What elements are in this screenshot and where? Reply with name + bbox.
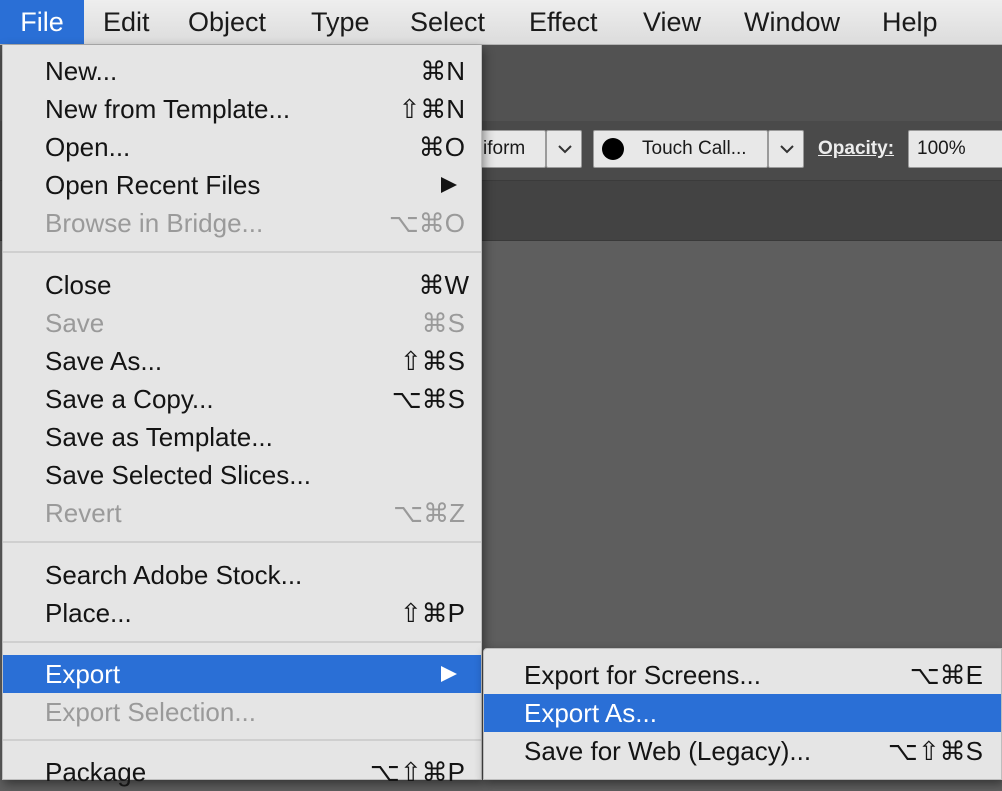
menu-item-export[interactable]: Export — [3, 655, 481, 693]
variable-width-profile-value: iform — [483, 138, 526, 159]
menu-item-shortcut: ⌘S — [421, 308, 465, 338]
file-menu: New... ⌘N New from Template... ⇧⌘N Open.… — [2, 45, 482, 787]
menu-item-shortcut: ⌘W — [418, 270, 469, 300]
menu-item-package[interactable]: Package ⌥⇧⌘P — [3, 753, 481, 791]
menu-item-label: Save Selected Slices... — [45, 460, 311, 490]
menu-item-label: Place... — [45, 598, 132, 628]
menu-item-shortcut: ⌘O — [418, 132, 465, 162]
menu-item-save-a-copy[interactable]: Save a Copy... ⌥⌘S — [3, 380, 481, 418]
opacity-input[interactable]: 100% — [908, 130, 1002, 168]
menu-item-revert: Revert ⌥⌘Z — [3, 494, 481, 532]
menu-item-open-recent-files[interactable]: Open Recent Files — [3, 166, 481, 204]
menu-item-label: Save a Copy... — [45, 384, 214, 414]
menu-item-label: Export Selection... — [45, 697, 256, 727]
menu-item-save-for-web-legacy[interactable]: Save for Web (Legacy)... ⌥⇧⌘S — [484, 732, 1001, 770]
menu-item-shortcut: ⌥⌘S — [391, 384, 465, 414]
menu-separator — [3, 641, 481, 643]
menu-item-shortcut: ⌥⇧⌘S — [887, 736, 983, 766]
menu-item-label: Package — [45, 757, 147, 787]
menu-separator — [3, 251, 481, 253]
menu-view[interactable]: View — [643, 0, 701, 44]
menu-item-save: Save ⌘S — [3, 304, 481, 342]
menu-bar: File Edit Object Type Select Effect View… — [0, 0, 1002, 45]
menu-item-shortcut: ⇧⌘N — [398, 94, 465, 124]
menu-object[interactable]: Object — [188, 0, 266, 44]
menu-item-new[interactable]: New... ⌘N — [3, 52, 481, 90]
menu-item-label: Open Recent Files — [45, 170, 261, 200]
menu-item-label: Close — [45, 270, 112, 300]
opacity-label[interactable]: Opacity: — [818, 130, 894, 168]
submenu-arrow-icon — [441, 177, 457, 193]
menu-item-label: Save As... — [45, 346, 163, 376]
menu-item-shortcut: ⌘N — [420, 56, 465, 86]
menu-item-label: Search Adobe Stock... — [45, 560, 303, 590]
menu-separator — [3, 541, 481, 543]
menu-item-shortcut: ⌥⌘O — [388, 208, 465, 238]
menu-item-label: Export As... — [524, 698, 657, 728]
menu-item-label: Browse in Bridge... — [45, 208, 264, 238]
menu-item-shortcut: ⌥⌘E — [909, 660, 983, 690]
menu-file[interactable]: File — [0, 0, 84, 44]
menu-item-label: Export — [45, 659, 121, 689]
menu-item-save-as-template[interactable]: Save as Template... — [3, 418, 481, 456]
menu-item-label: Save for Web (Legacy)... — [524, 736, 812, 766]
menu-item-open[interactable]: Open... ⌘O — [3, 128, 481, 166]
menu-item-label: New from Template... — [45, 94, 291, 124]
menu-edit[interactable]: Edit — [103, 0, 150, 44]
menu-item-label: Revert — [45, 498, 122, 528]
chevron-down-icon — [780, 145, 794, 154]
menu-item-search-adobe-stock[interactable]: Search Adobe Stock... — [3, 556, 481, 594]
menu-item-new-from-template[interactable]: New from Template... ⇧⌘N — [3, 90, 481, 128]
brush-dropdown-button[interactable] — [768, 130, 804, 168]
menu-item-label: Save — [45, 308, 105, 338]
export-submenu: Export for Screens... ⌥⌘E Export As... S… — [483, 648, 1002, 780]
brush-dot-icon — [602, 138, 624, 160]
menu-effect[interactable]: Effect — [529, 0, 598, 44]
menu-separator — [3, 739, 481, 741]
menu-item-shortcut: ⌥⇧⌘P — [369, 757, 465, 787]
menu-item-shortcut: ⇧⌘P — [399, 598, 465, 628]
menu-item-label: Open... — [45, 132, 131, 162]
menu-item-save-selected-slices[interactable]: Save Selected Slices... — [3, 456, 481, 494]
menu-item-export-as[interactable]: Export As... — [484, 694, 1001, 732]
menu-help[interactable]: Help — [882, 0, 938, 44]
brush-definition-select[interactable]: Touch Call... — [593, 130, 768, 168]
menu-item-label: Export for Screens... — [524, 660, 761, 690]
menu-select[interactable]: Select — [410, 0, 485, 44]
menu-window[interactable]: Window — [744, 0, 840, 44]
menu-item-export-selection: Export Selection... — [3, 693, 481, 731]
menu-item-save-as[interactable]: Save As... ⇧⌘S — [3, 342, 481, 380]
submenu-arrow-icon — [441, 666, 457, 682]
chevron-down-icon — [558, 145, 572, 154]
menu-item-label: New... — [45, 56, 118, 86]
menu-item-browse-in-bridge: Browse in Bridge... ⌥⌘O — [3, 204, 481, 242]
menu-item-shortcut: ⌥⌘Z — [393, 498, 465, 528]
profile-dropdown-button[interactable] — [546, 130, 582, 168]
brush-definition-value: Touch Call... — [642, 138, 747, 159]
menu-item-shortcut: ⇧⌘S — [399, 346, 465, 376]
menu-item-place[interactable]: Place... ⇧⌘P — [3, 594, 481, 632]
menu-item-label: Save as Template... — [45, 422, 273, 452]
menu-item-close[interactable]: Close ⌘W — [3, 266, 481, 304]
menu-item-export-for-screens[interactable]: Export for Screens... ⌥⌘E — [484, 656, 1001, 694]
menu-type[interactable]: Type — [311, 0, 370, 44]
